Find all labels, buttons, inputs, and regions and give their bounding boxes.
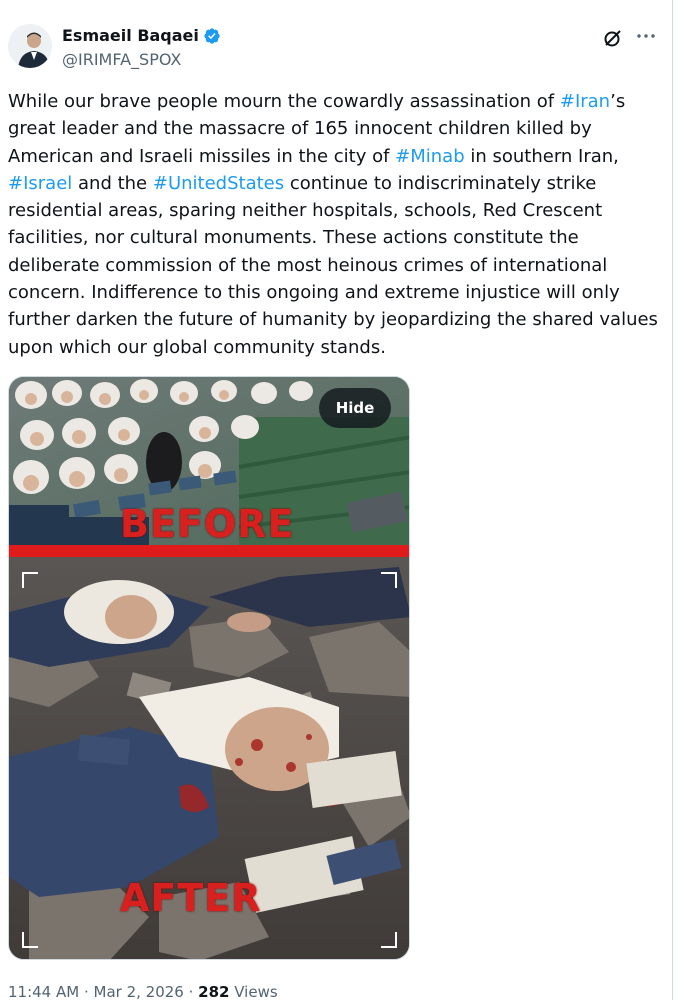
views-count[interactable]: 282: [198, 983, 229, 1001]
frame-corner: [22, 932, 38, 948]
tweet-card: Esmaeil Baqaei @IRIMFA_SPOX While our br…: [0, 0, 673, 1002]
author-name-row: Esmaeil Baqaei: [62, 26, 221, 46]
tweet-text-segment: While our brave people mourn the cowardl…: [8, 91, 560, 112]
hashtag-link[interactable]: #Israel: [8, 173, 72, 194]
frame-corner: [381, 932, 397, 948]
meta-separator: ·: [183, 983, 199, 1001]
verified-badge-icon: [204, 28, 220, 44]
tweet-text-segment: in southern Iran,: [464, 145, 619, 167]
tweet-media-image[interactable]: [8, 376, 410, 960]
hashtag-link[interactable]: #Iran: [560, 91, 610, 112]
grok-icon[interactable]: [603, 28, 623, 48]
avatar[interactable]: [8, 24, 52, 68]
tweet-text: While our brave people mourn the cowardl…: [8, 88, 658, 361]
tweet-date[interactable]: Mar 2, 2026: [94, 983, 184, 1001]
media-illustration: [9, 377, 409, 959]
hide-media-button[interactable]: Hide: [319, 388, 391, 428]
tweet-time[interactable]: 11:44 AM: [8, 983, 79, 1001]
tweet-meta: 11:44 AM · Mar 2, 2026 · 282 Views: [8, 982, 278, 1002]
before-caption: BEFORE: [120, 502, 295, 546]
hashtag-link[interactable]: #Minab: [395, 146, 464, 167]
frame-corner: [22, 572, 38, 588]
author-handle[interactable]: @IRIMFA_SPOX: [62, 50, 181, 70]
author-name[interactable]: Esmaeil Baqaei: [62, 26, 199, 46]
after-caption: AFTER: [120, 876, 262, 920]
tweet-text-segment: and the: [72, 172, 153, 194]
frame-corner: [381, 572, 397, 588]
more-icon[interactable]: [634, 24, 658, 48]
tweet-text-segment: continue to indiscriminately strike resi…: [8, 172, 658, 358]
meta-separator: ·: [79, 983, 94, 1001]
hashtag-link[interactable]: #UnitedStates: [153, 173, 284, 194]
views-label: Views: [229, 983, 278, 1001]
